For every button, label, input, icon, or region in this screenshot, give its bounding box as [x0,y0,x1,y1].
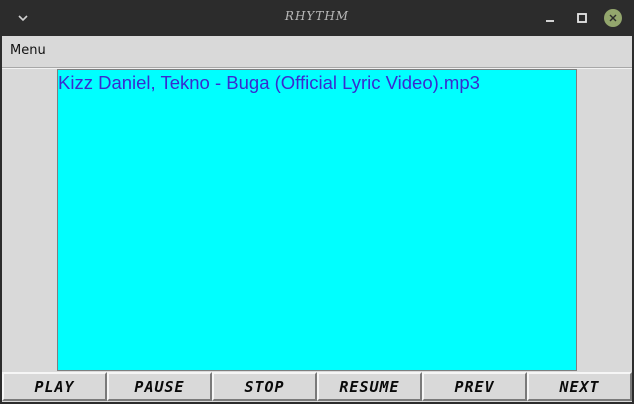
prev-button[interactable]: PREV [422,372,527,401]
playlist-item[interactable]: Kizz Daniel, Tekno - Buga (Official Lyri… [58,72,480,94]
app-window: RHYTHM Menu Kizz Daniel, Tekno - Buga (O… [0,0,634,404]
playback-controls: PLAY PAUSE STOP RESUME PREV NEXT [2,372,632,401]
resume-button[interactable]: RESUME [317,372,422,401]
maximize-icon [576,9,588,28]
minimize-icon [544,9,556,28]
client-area: Menu Kizz Daniel, Tekno - Buga (Official… [2,36,632,402]
menu-item-menu[interactable]: Menu [10,43,46,58]
minimize-button[interactable] [540,8,560,28]
play-button[interactable]: PLAY [2,372,107,401]
pause-button[interactable]: PAUSE [107,372,212,401]
maximize-button[interactable] [572,8,592,28]
next-button[interactable]: NEXT [527,372,632,401]
window-title: RHYTHM [284,9,350,23]
close-icon [604,9,622,27]
menu-bar: Menu [2,36,632,68]
close-button[interactable] [603,8,623,28]
title-bar[interactable]: RHYTHM [0,0,634,36]
stop-button[interactable]: STOP [212,372,317,401]
playlist-box[interactable]: Kizz Daniel, Tekno - Buga (Official Lyri… [57,69,577,371]
